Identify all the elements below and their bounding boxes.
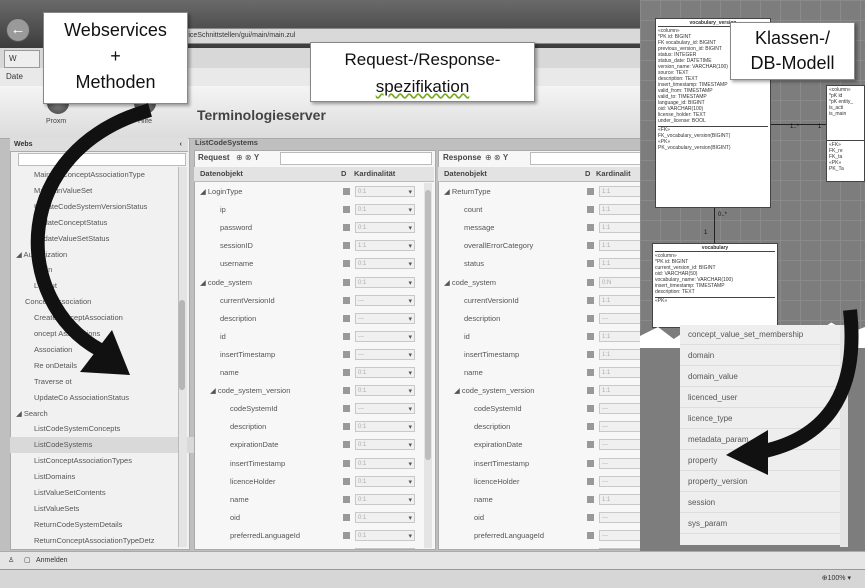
arrow-to-classes — [758, 309, 859, 459]
arrow-to-tree — [30, 103, 152, 357]
arrow-head — [726, 430, 768, 475]
annotation-arrows — [30, 103, 859, 475]
